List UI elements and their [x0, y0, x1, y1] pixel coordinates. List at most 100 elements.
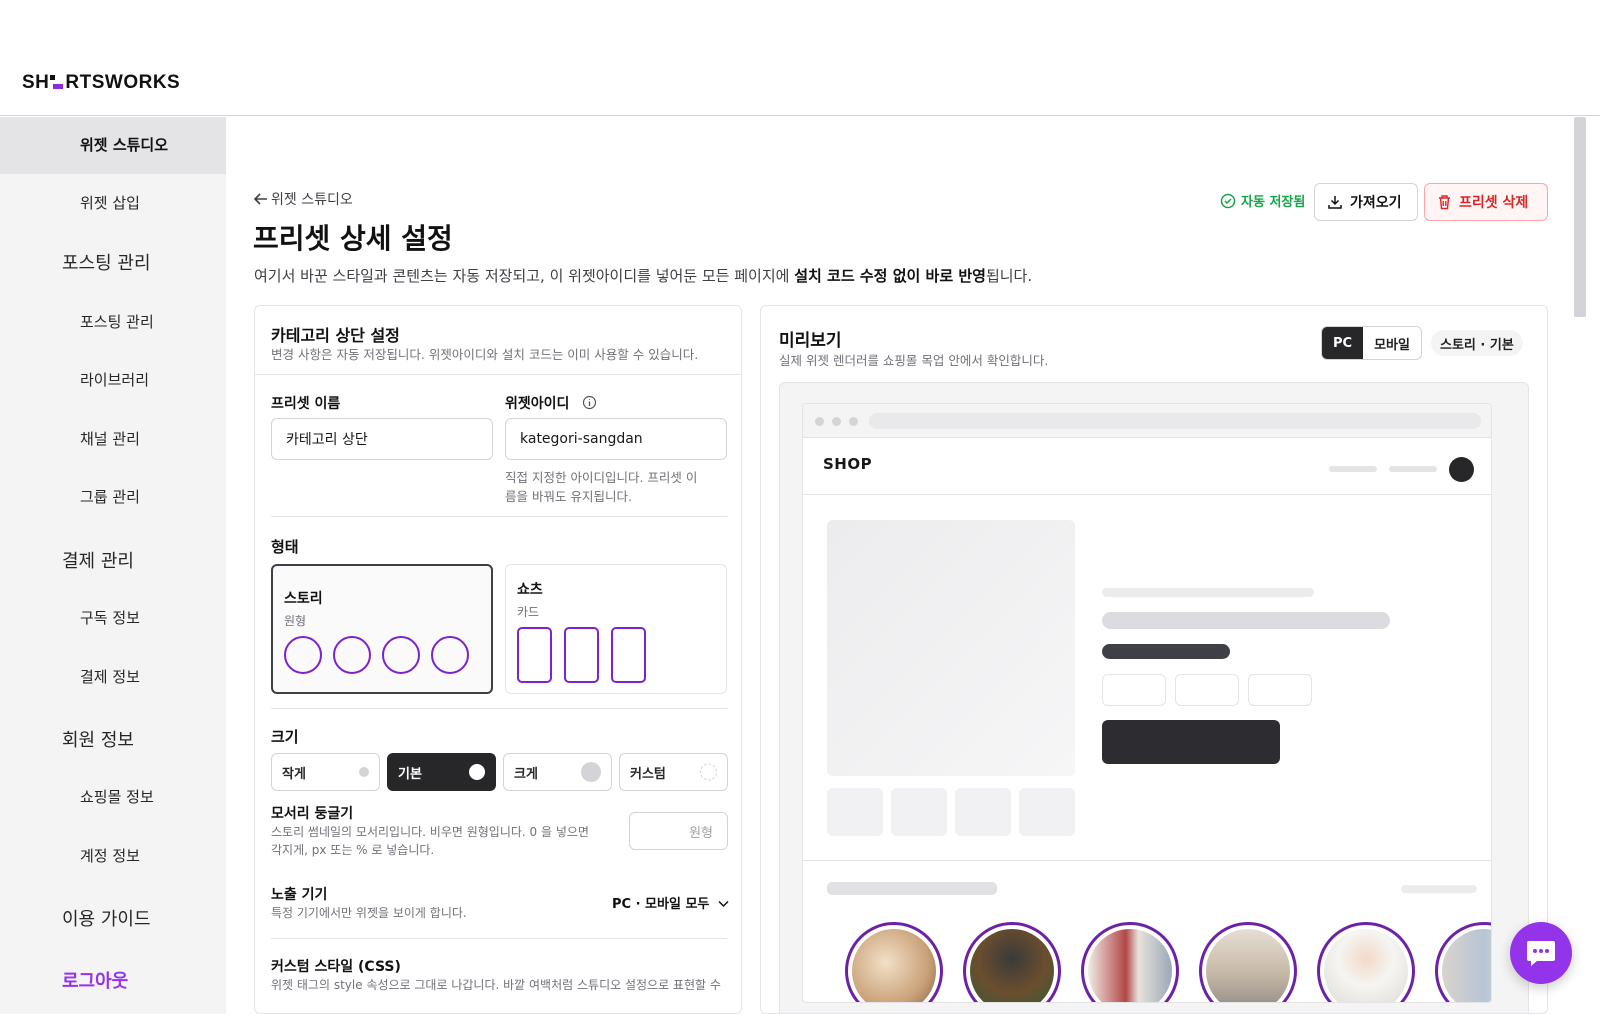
size-label: 크기 [271, 728, 299, 746]
main-content: 위젯 스튜디오 프리셋 상세 설정 여기서 바꾼 스타일과 콘텐츠는 자동 저장… [226, 117, 1574, 1014]
autosave-status: 자동 저장됨 [1220, 191, 1305, 210]
preview-mock-frame: SHOP [779, 382, 1529, 1013]
mock-nav-line [1329, 466, 1377, 472]
back-link[interactable]: 위젯 스튜디오 [253, 189, 353, 209]
tab-mobile[interactable]: 모바일 [1363, 327, 1421, 359]
mock-browser-tabbar [803, 404, 1491, 438]
preview-device-toggle: PC 모바일 [1321, 326, 1422, 360]
form-label: 형태 [271, 538, 299, 556]
back-link-label: 위젯 스튜디오 [271, 192, 353, 208]
sidebar-item-library[interactable]: 라이브러리 [80, 369, 149, 390]
size-option-large[interactable]: 크게 [503, 753, 612, 791]
settings-panel: 카테고리 상단 설정 변경 사항은 자동 저장됩니다. 위젯아이디와 설치 코드… [254, 305, 742, 1014]
sidebar-item-group[interactable]: 그룹 관리 [80, 486, 140, 507]
widget-id-label: 위젯아이디 [505, 393, 597, 413]
shorts-shape-icon [564, 627, 599, 683]
mock-option-chip [1248, 674, 1312, 706]
info-icon[interactable] [582, 395, 597, 410]
top-bar: SH RTSWORKS [0, 0, 1600, 116]
sidebar-group-posting[interactable]: 포스팅 관리 [62, 249, 151, 275]
mock-thumb [955, 788, 1011, 836]
sidebar-item-channel[interactable]: 채널 관리 [80, 428, 140, 449]
mock-shop-logo: SHOP [823, 455, 873, 473]
tab-pc[interactable]: PC [1322, 327, 1364, 359]
story-shape-icon [333, 636, 371, 674]
form-option-title: 스토리 [284, 591, 323, 607]
story-thumbnail[interactable] [1081, 922, 1179, 1002]
mock-thumb [1019, 788, 1075, 836]
css-hint: 위젯 태그의 style 속성으로 그대로 나갑니다. 바깥 여백처럼 스튜디오… [271, 978, 721, 992]
mock-nav-line [1389, 466, 1437, 472]
sidebar-item-account-info[interactable]: 계정 정보 [80, 845, 140, 866]
chat-button[interactable] [1510, 922, 1572, 984]
preset-name-input[interactable]: 카테고리 상단 [271, 418, 493, 460]
size-option-default[interactable]: 기본 [387, 753, 496, 791]
brand-logo[interactable]: SH RTSWORKS [22, 72, 180, 94]
story-thumbnail[interactable] [1435, 922, 1491, 1002]
chevron-down-icon [718, 900, 729, 908]
form-option-shorts[interactable]: 쇼츠 카드 [505, 564, 727, 694]
mock-product-image [827, 520, 1075, 776]
preview-title: 미리보기 [779, 331, 842, 351]
check-circle-icon [1220, 193, 1236, 208]
radius-hint: 스토리 썸네일의 모서리입니다. 비우면 원형입니다. 0 을 넣으면 각지게,… [271, 825, 589, 857]
sidebar-item-widget-insert[interactable]: 위젯 삽입 [80, 192, 140, 213]
mock-more-link [1401, 885, 1477, 893]
sidebar-item-shop-info[interactable]: 쇼핑몰 정보 [80, 786, 154, 807]
sidebar-item-logout[interactable]: 로그아웃 [62, 967, 128, 993]
delete-preset-button[interactable]: 프리셋 삭제 [1424, 183, 1548, 221]
sidebar-item-guide[interactable]: 이용 가이드 [62, 905, 151, 931]
device-select[interactable]: PC · 모바일 모두 [612, 893, 729, 912]
divider [803, 860, 1491, 861]
preview-mode-badge: 스토리 · 기본 [1431, 330, 1523, 356]
arrow-left-icon [253, 193, 267, 205]
radius-input[interactable]: 원형 [629, 812, 728, 850]
window-dot-icon [832, 417, 841, 426]
logo-mark-icon [50, 75, 64, 89]
mock-text-line [1102, 588, 1314, 597]
widget-id-input[interactable]: kategori-sangdan [505, 418, 727, 460]
story-shape-icon [431, 636, 469, 674]
sidebar: 위젯 스튜디오 위젯 삽입 포스팅 관리 포스팅 관리 라이브러리 채널 관리 … [0, 117, 226, 1014]
preview-subtitle: 실제 위젯 렌더러를 쇼핑몰 목업 안에서 확인합니다. [779, 353, 1049, 368]
mock-browser-window: SHOP [802, 403, 1492, 1003]
sidebar-group-member[interactable]: 회원 정보 [62, 726, 134, 752]
page-scrollbar[interactable] [1574, 117, 1586, 317]
widget-id-hint: 직접 지정한 아이디입니다. 프리셋 이름을 바꿔도 유지됩니다. [505, 470, 698, 504]
size-option-small[interactable]: 작게 [271, 753, 380, 791]
mock-section-title [827, 882, 997, 895]
divider [803, 494, 1491, 495]
form-option-story[interactable]: 스토리 원형 [271, 564, 493, 694]
mock-buy-button [1102, 720, 1280, 764]
mock-address-bar [869, 413, 1481, 429]
sidebar-item-posting[interactable]: 포스팅 관리 [80, 311, 154, 332]
sidebar-item-subscription[interactable]: 구독 정보 [80, 607, 140, 628]
mock-option-chip [1102, 674, 1166, 706]
import-button[interactable]: 가져오기 [1314, 183, 1418, 221]
story-thumbnail[interactable] [1199, 922, 1297, 1002]
mock-thumb [891, 788, 947, 836]
story-thumbnail[interactable] [1317, 922, 1415, 1002]
sidebar-group-payment[interactable]: 결제 관리 [62, 547, 134, 573]
preset-name-label: 프리셋 이름 [271, 396, 341, 412]
divider [271, 938, 727, 939]
sidebar-item-payment-info[interactable]: 결제 정보 [80, 666, 140, 687]
size-option-custom[interactable]: 커스텀 [619, 753, 728, 791]
divider [255, 374, 741, 375]
divider [271, 708, 727, 709]
story-thumbnail[interactable] [845, 922, 943, 1002]
story-thumbnail[interactable] [963, 922, 1061, 1002]
shorts-shape-icon [517, 627, 552, 683]
mock-text-line [1102, 612, 1390, 629]
download-icon [1328, 196, 1342, 209]
page-title: 프리셋 상세 설정 [253, 222, 453, 255]
mock-price-line [1102, 644, 1230, 659]
sidebar-item-widget-studio[interactable]: 위젯 스튜디오 [80, 134, 168, 155]
trash-icon [1439, 195, 1450, 210]
css-label: 커스텀 스타일 (CSS) [271, 959, 401, 975]
chat-icon [1527, 941, 1555, 966]
divider [271, 516, 727, 517]
preview-panel: 미리보기 실제 위젯 렌더러를 쇼핑몰 목업 안에서 확인합니다. PC 모바일… [760, 305, 1548, 1014]
settings-subtitle: 변경 사항은 자동 저장됩니다. 위젯아이디와 설치 코드는 이미 사용할 수 … [271, 347, 699, 362]
device-hint: 특정 기기에서만 위젯을 보이게 합니다. [271, 906, 467, 920]
